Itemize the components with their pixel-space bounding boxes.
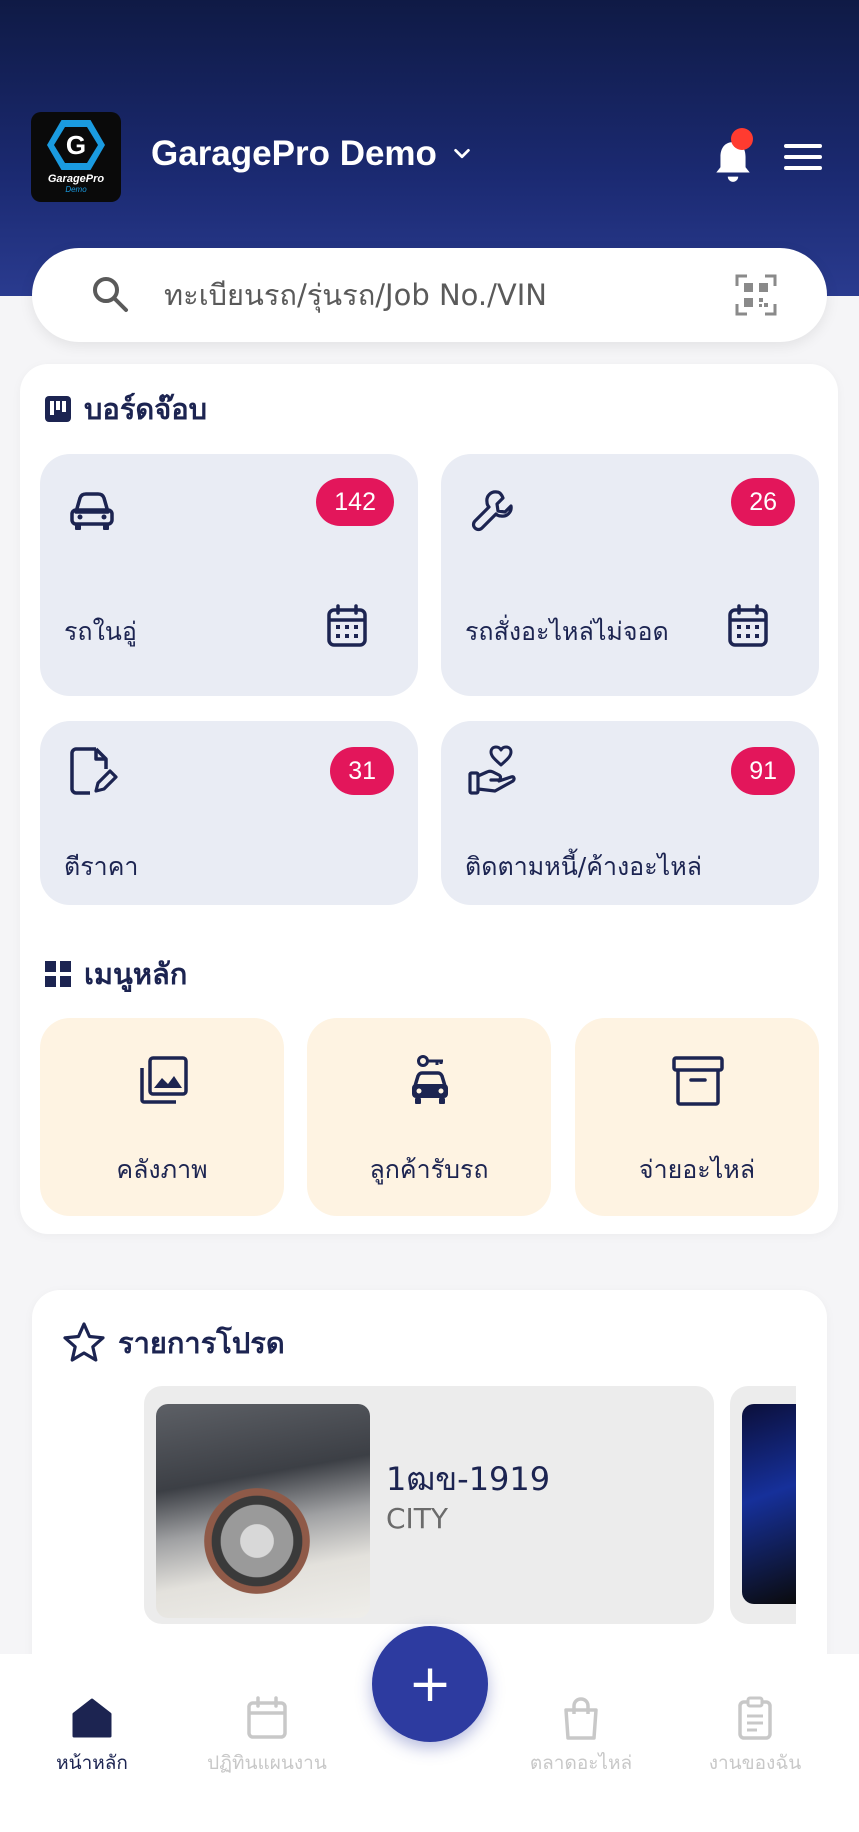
menu-item-label: จ่ายอะไหล่ [638, 1155, 756, 1184]
top-bar: G GaragePro Demo GaragePro Demo [0, 110, 859, 206]
document-edit-icon [70, 747, 118, 795]
app-logo[interactable]: G GaragePro Demo [31, 112, 121, 202]
vehicle-model: CITY [386, 1502, 449, 1535]
favorite-vehicle-item-next[interactable] [730, 1386, 796, 1624]
notification-dot [731, 128, 753, 150]
archive-box-icon [672, 1056, 724, 1106]
calendar-icon[interactable] [727, 604, 769, 648]
logo-text: GaragePro [47, 173, 105, 185]
hand-heart-icon [468, 745, 516, 795]
shopping-bag-icon [564, 1697, 598, 1740]
vehicle-photo [742, 1404, 796, 1604]
qr-scan-icon[interactable] [735, 274, 777, 316]
tile-label: รถในอู่ [64, 617, 137, 646]
menu-item-label: ลูกค้ารับรถ [369, 1155, 489, 1184]
star-icon [63, 1322, 105, 1362]
clipboard-icon [738, 1696, 772, 1740]
photo-library-icon [140, 1056, 188, 1104]
favorites-title: รายการโปรด [118, 1326, 285, 1360]
vehicle-plate: 1ฒข-1919 [386, 1460, 551, 1498]
grid-icon [45, 961, 71, 987]
count-badge: 91 [731, 747, 795, 795]
menu-item-customer-pickup[interactable]: ลูกค้ารับรถ [307, 1018, 551, 1216]
garage-selector[interactable]: GaragePro Demo [151, 134, 473, 174]
main-menu-title: เมนูหลัก [84, 957, 188, 991]
plus-icon: + [408, 1654, 452, 1714]
menu-icon[interactable] [784, 144, 822, 174]
kanban-board-icon [45, 396, 71, 422]
logo-mark-icon: G [47, 120, 105, 170]
wrench-icon [471, 490, 513, 532]
logo-subtext: Demo [65, 185, 87, 194]
job-tile-debt-tracking[interactable]: 91 ติดตามหนี้/ค้างอะไหล่ [441, 721, 819, 905]
menu-item-parts-issue[interactable]: จ่ายอะไหล่ [575, 1018, 819, 1216]
car-icon [70, 492, 114, 530]
job-tile-parts-ordered[interactable]: 26 รถสั่งอะไหล่ไม่จอด [441, 454, 819, 696]
search-bar [32, 248, 827, 342]
garage-name: GaragePro Demo [151, 134, 437, 173]
chevron-down-icon [454, 148, 470, 159]
menu-item-gallery[interactable]: คลังภาพ [40, 1018, 284, 1216]
tile-label: รถสั่งอะไหล่ไม่จอด [465, 617, 669, 646]
nav-label: ปฏิทินแผนงาน [207, 1752, 327, 1774]
search-input[interactable] [164, 268, 724, 322]
job-tile-in-garage[interactable]: 142 รถในอู่ [40, 454, 418, 696]
nav-my-tasks[interactable]: งานของฉัน [680, 1696, 830, 1778]
count-badge: 26 [731, 478, 795, 526]
nav-calendar[interactable]: ปฏิทินแผนงาน [192, 1696, 342, 1778]
count-badge: 31 [330, 747, 394, 795]
nav-parts-market[interactable]: ตลาดอะไหล่ [506, 1696, 656, 1778]
car-key-icon [412, 1055, 448, 1104]
main-menu-heading: เมนูหลัก [44, 951, 187, 997]
calendar-icon [247, 1696, 287, 1739]
calendar-icon[interactable] [326, 604, 368, 648]
menu-item-label: คลังภาพ [116, 1155, 208, 1184]
tile-label: ตีราคา [64, 852, 139, 881]
job-board-heading: บอร์ดจ๊อบ [44, 386, 207, 432]
nav-label: ตลาดอะไหล่ [529, 1752, 633, 1774]
favorites-heading: รายการโปรด [62, 1320, 285, 1366]
job-tile-estimate[interactable]: 31 ตีราคา [40, 721, 418, 905]
home-icon [72, 1698, 112, 1738]
tile-label: ติดตามหนี้/ค้างอะไหล่ [465, 852, 702, 881]
add-button[interactable]: + [372, 1626, 488, 1742]
search-icon [93, 277, 128, 312]
nav-label: งานของฉัน [708, 1752, 802, 1774]
count-badge: 142 [316, 478, 394, 526]
nav-home[interactable]: หน้าหลัก [17, 1696, 167, 1778]
nav-label: หน้าหลัก [56, 1752, 128, 1774]
vehicle-photo [156, 1404, 370, 1618]
job-board-title: บอร์ดจ๊อบ [84, 392, 208, 426]
favorite-vehicle-item[interactable]: 1ฒข-1919 CITY [144, 1386, 714, 1624]
